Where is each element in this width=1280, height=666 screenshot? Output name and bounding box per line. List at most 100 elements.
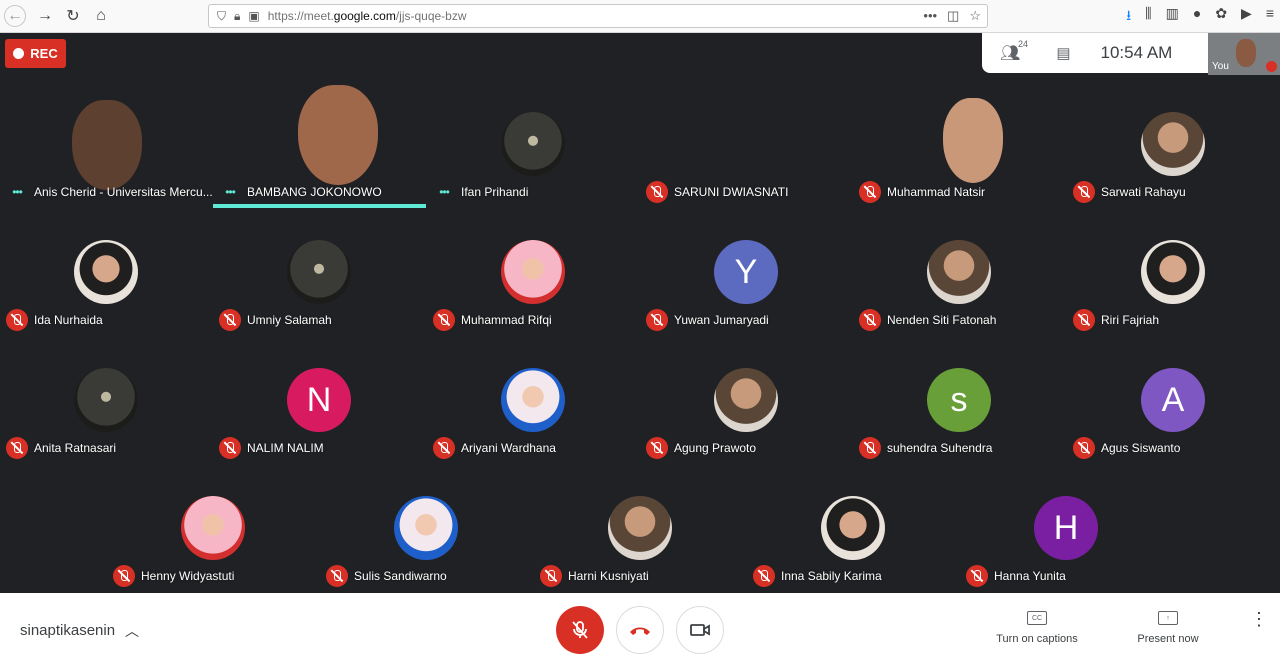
participant-name-row: Riri Fajriah [1073, 309, 1159, 331]
participant-name-row: ••• Ifan Prihandi [433, 181, 528, 203]
mic-toggle-button[interactable] [556, 606, 604, 654]
participant-name: Ida Nurhaida [34, 313, 103, 327]
bookmark-star-icon[interactable]: ☆ [969, 8, 981, 24]
participant-name: Yuwan Jumaryadi [674, 313, 769, 327]
pocket-icon[interactable]: ◫ [947, 8, 959, 24]
participant-name-row: suhendra Suhendra [859, 437, 992, 459]
participant-tile[interactable]: Sulis Sandiwarno [320, 464, 533, 592]
avatar [394, 496, 458, 560]
participant-tile[interactable]: Inna Sabily Karima [747, 464, 960, 592]
participant-name-row: Henny Widyastuti [113, 565, 234, 587]
mic-off-icon [859, 437, 881, 459]
participant-name-row: Agung Prawoto [646, 437, 756, 459]
camera-permission-icon[interactable]: ▣ [248, 9, 259, 23]
extension-play-icon[interactable]: ▶ [1241, 5, 1252, 29]
home-icon[interactable]: ⌂ [88, 3, 114, 29]
people-icon[interactable]: 👥︎ 24 [1000, 39, 1028, 63]
participant-tile[interactable]: H Hanna Yunita [960, 464, 1173, 592]
mic-off-icon [113, 565, 135, 587]
participant-tile[interactable]: Muhammad Rifqi [427, 208, 640, 336]
participant-tile[interactable]: A Agus Siswanto [1067, 336, 1280, 464]
participant-name: SARUNI DWIASNATI [674, 185, 789, 199]
menu-icon[interactable]: ≡ [1266, 5, 1274, 29]
mic-off-icon [646, 181, 668, 203]
forward-arrow-icon[interactable]: → [32, 3, 58, 29]
participant-name-row: Sulis Sandiwarno [326, 565, 447, 587]
shield-icon: ⛉ [217, 8, 227, 23]
participant-tile[interactable]: Nenden Siti Fatonah [853, 208, 1066, 336]
chevron-up-icon[interactable]: ︿ [125, 621, 139, 641]
back-arrow-icon[interactable]: ← [4, 5, 26, 27]
participant-name: Agung Prawoto [674, 441, 757, 455]
speaking-indicator-icon: ••• [12, 185, 23, 199]
mic-off-icon [859, 181, 881, 203]
account-icon[interactable]: ● [1193, 5, 1201, 29]
participant-name-row: Ida Nurhaida [6, 309, 103, 331]
sidebar-icon[interactable]: ▥ [1166, 5, 1179, 29]
participant-tile[interactable]: s suhendra Suhendra [853, 336, 1066, 464]
avatar-initial: N [287, 368, 351, 432]
self-label: You [1212, 61, 1229, 72]
avatar [501, 368, 565, 432]
self-view-tile[interactable]: You [1208, 33, 1280, 75]
participant-tile[interactable]: Ariyani Wardhana [427, 336, 640, 464]
participant-tile[interactable]: ••• BAMBANG JOKONOWO [213, 80, 426, 208]
participant-tile[interactable]: ••• Anis Cherid - Universitas Mercu... [0, 80, 213, 208]
lock-icon: 🔒︎ [234, 8, 241, 23]
participant-name: NALIM NALIM [247, 441, 324, 455]
mic-off-icon [433, 437, 455, 459]
record-dot-icon [13, 48, 25, 59]
participant-name: BAMBANG JOKONOWO [247, 185, 382, 199]
participant-name: Ariyani Wardhana [461, 441, 556, 455]
participant-name-row: Ariyani Wardhana [433, 437, 556, 459]
mic-off-icon [646, 437, 668, 459]
chat-icon[interactable]: ▤ [1056, 44, 1070, 62]
avatar [821, 496, 885, 560]
participant-name: suhendra Suhendra [887, 441, 993, 455]
more-options-icon[interactable]: ⋮ [1250, 610, 1268, 628]
participant-name-row: Sarwati Rahayu [1073, 181, 1186, 203]
participant-name: Sulis Sandiwarno [354, 569, 447, 583]
participant-name: Sarwati Rahayu [1101, 185, 1186, 199]
participant-tile[interactable]: Sarwati Rahayu [1067, 80, 1280, 208]
hang-up-button[interactable] [616, 606, 664, 654]
participant-name-row: Umniy Salamah [219, 309, 332, 331]
participant-name-row: Nenden Siti Fatonah [859, 309, 996, 331]
participant-name: Muhammad Natsir [887, 185, 986, 199]
library-icon[interactable]: ⫼ [1145, 5, 1151, 29]
participant-tile[interactable]: N NALIM NALIM [213, 336, 426, 464]
participant-tile[interactable]: Y Yuwan Jumaryadi [640, 208, 853, 336]
recording-badge: REC [5, 39, 66, 68]
participant-tile[interactable]: ••• Ifan Prihandi [427, 80, 640, 208]
participant-tile[interactable]: Harni Kusniyati [534, 464, 747, 592]
speaking-indicator-icon: ••• [225, 185, 236, 199]
participant-tile[interactable]: Henny Widyastuti [107, 464, 320, 592]
avatar-initial: Y [714, 240, 778, 304]
participant-name-row: NALIM NALIM [219, 437, 324, 459]
page-actions-icon[interactable]: ••• [923, 8, 937, 24]
avatar [714, 368, 778, 432]
video-camera-icon [690, 624, 710, 636]
participant-tile[interactable]: Umniy Salamah [213, 208, 426, 336]
present-label: Present now [1137, 633, 1199, 645]
participant-tile[interactable]: SARUNI DWIASNATI [640, 80, 853, 208]
participant-tile[interactable]: Muhammad Natsir [853, 80, 1066, 208]
participant-name-row: Anita Ratnasari [6, 437, 116, 459]
participant-video [943, 98, 1003, 183]
avatar [927, 240, 991, 304]
avatar-initial: H [1034, 496, 1098, 560]
mic-off-icon [966, 565, 988, 587]
speaking-indicator-icon: ••• [439, 185, 450, 199]
participant-tile[interactable]: Riri Fajriah [1067, 208, 1280, 336]
participant-tile[interactable]: Agung Prawoto [640, 336, 853, 464]
camera-toggle-button[interactable] [676, 606, 724, 654]
reload-icon[interactable]: ↻ [60, 3, 86, 29]
address-bar[interactable]: ⛉ 🔒︎ ▣ https://meet.google.com/jjs-quqe-… [208, 4, 988, 28]
participant-tile[interactable]: Anita Ratnasari [0, 336, 213, 464]
mic-off-icon [1073, 309, 1095, 331]
participant-tile[interactable]: Ida Nurhaida [0, 208, 213, 336]
participant-video [298, 85, 378, 185]
people-count: 24 [1018, 39, 1029, 49]
download-icon[interactable]: ⭳ [1126, 5, 1131, 29]
extension-icon[interactable]: ✿ [1215, 5, 1227, 29]
